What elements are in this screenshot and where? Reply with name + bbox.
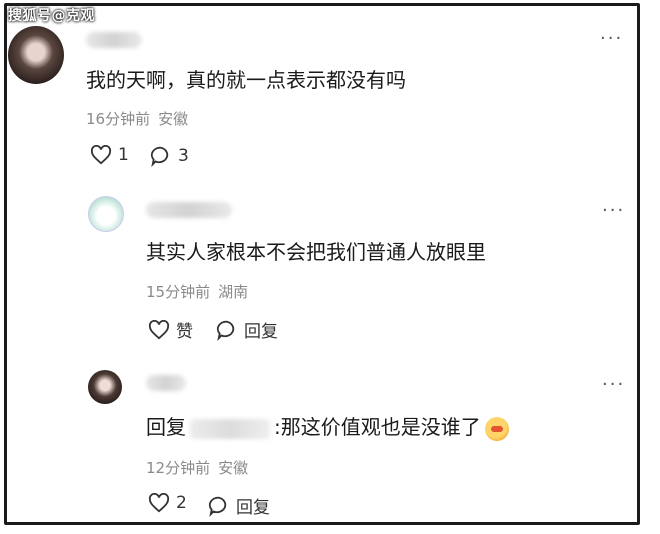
comment-meta: 16分钟前 安徽: [86, 108, 188, 129]
reply-label: 回复: [244, 322, 278, 342]
avatar[interactable]: [88, 196, 124, 232]
comment-body: :那这价值观也是没谁了: [274, 415, 481, 439]
heart-icon: [90, 145, 112, 165]
reply-count: 3: [178, 146, 189, 166]
comment-meta: 12分钟前 安徽: [146, 457, 248, 478]
reply-button[interactable]: 回复: [216, 317, 278, 342]
reply-prefix: 回复: [146, 415, 186, 439]
reply-label: 回复: [236, 498, 270, 518]
like-count: 2: [176, 493, 187, 513]
comment-text: 回复 :那这价值观也是没谁了: [146, 411, 509, 441]
speech-bubble-icon: [208, 496, 227, 517]
watermark: 搜狐号@克观: [8, 8, 95, 24]
emoji-icon: [484, 416, 509, 441]
more-options-icon[interactable]: ···: [602, 376, 625, 394]
speech-bubble-icon: [150, 146, 169, 167]
more-options-icon[interactable]: ···: [600, 30, 623, 48]
heart-icon: [148, 493, 170, 513]
avatar[interactable]: [8, 26, 64, 84]
mentioned-user-redacted[interactable]: [190, 418, 270, 439]
comment-location: 安徽: [158, 110, 189, 128]
comment-text: 其实人家根本不会把我们普通人放眼里: [146, 240, 486, 264]
reply-button[interactable]: 3: [150, 145, 189, 167]
like-button[interactable]: 2: [148, 493, 187, 513]
comment-meta: 15分钟前 湖南: [146, 281, 248, 302]
username-redacted[interactable]: [146, 202, 232, 218]
comment-time: 12分钟前: [146, 459, 211, 477]
more-options-icon[interactable]: ···: [602, 202, 625, 220]
comment-time: 16分钟前: [86, 110, 151, 128]
comment-time: 15分钟前: [146, 283, 211, 301]
avatar[interactable]: [88, 370, 122, 404]
reply-button[interactable]: 回复: [208, 493, 270, 518]
username-redacted[interactable]: [146, 375, 186, 391]
like-button[interactable]: 赞: [148, 317, 193, 342]
like-label: 赞: [176, 322, 193, 342]
comment-location: 安徽: [218, 459, 249, 477]
heart-icon: [148, 319, 170, 339]
username-redacted[interactable]: [86, 32, 142, 48]
like-count: 1: [118, 145, 129, 165]
comment-text: 我的天啊，真的就一点表示都没有吗: [86, 68, 406, 92]
speech-bubble-icon: [216, 320, 235, 341]
like-button[interactable]: 1: [90, 145, 129, 165]
comment-location: 湖南: [218, 283, 249, 301]
